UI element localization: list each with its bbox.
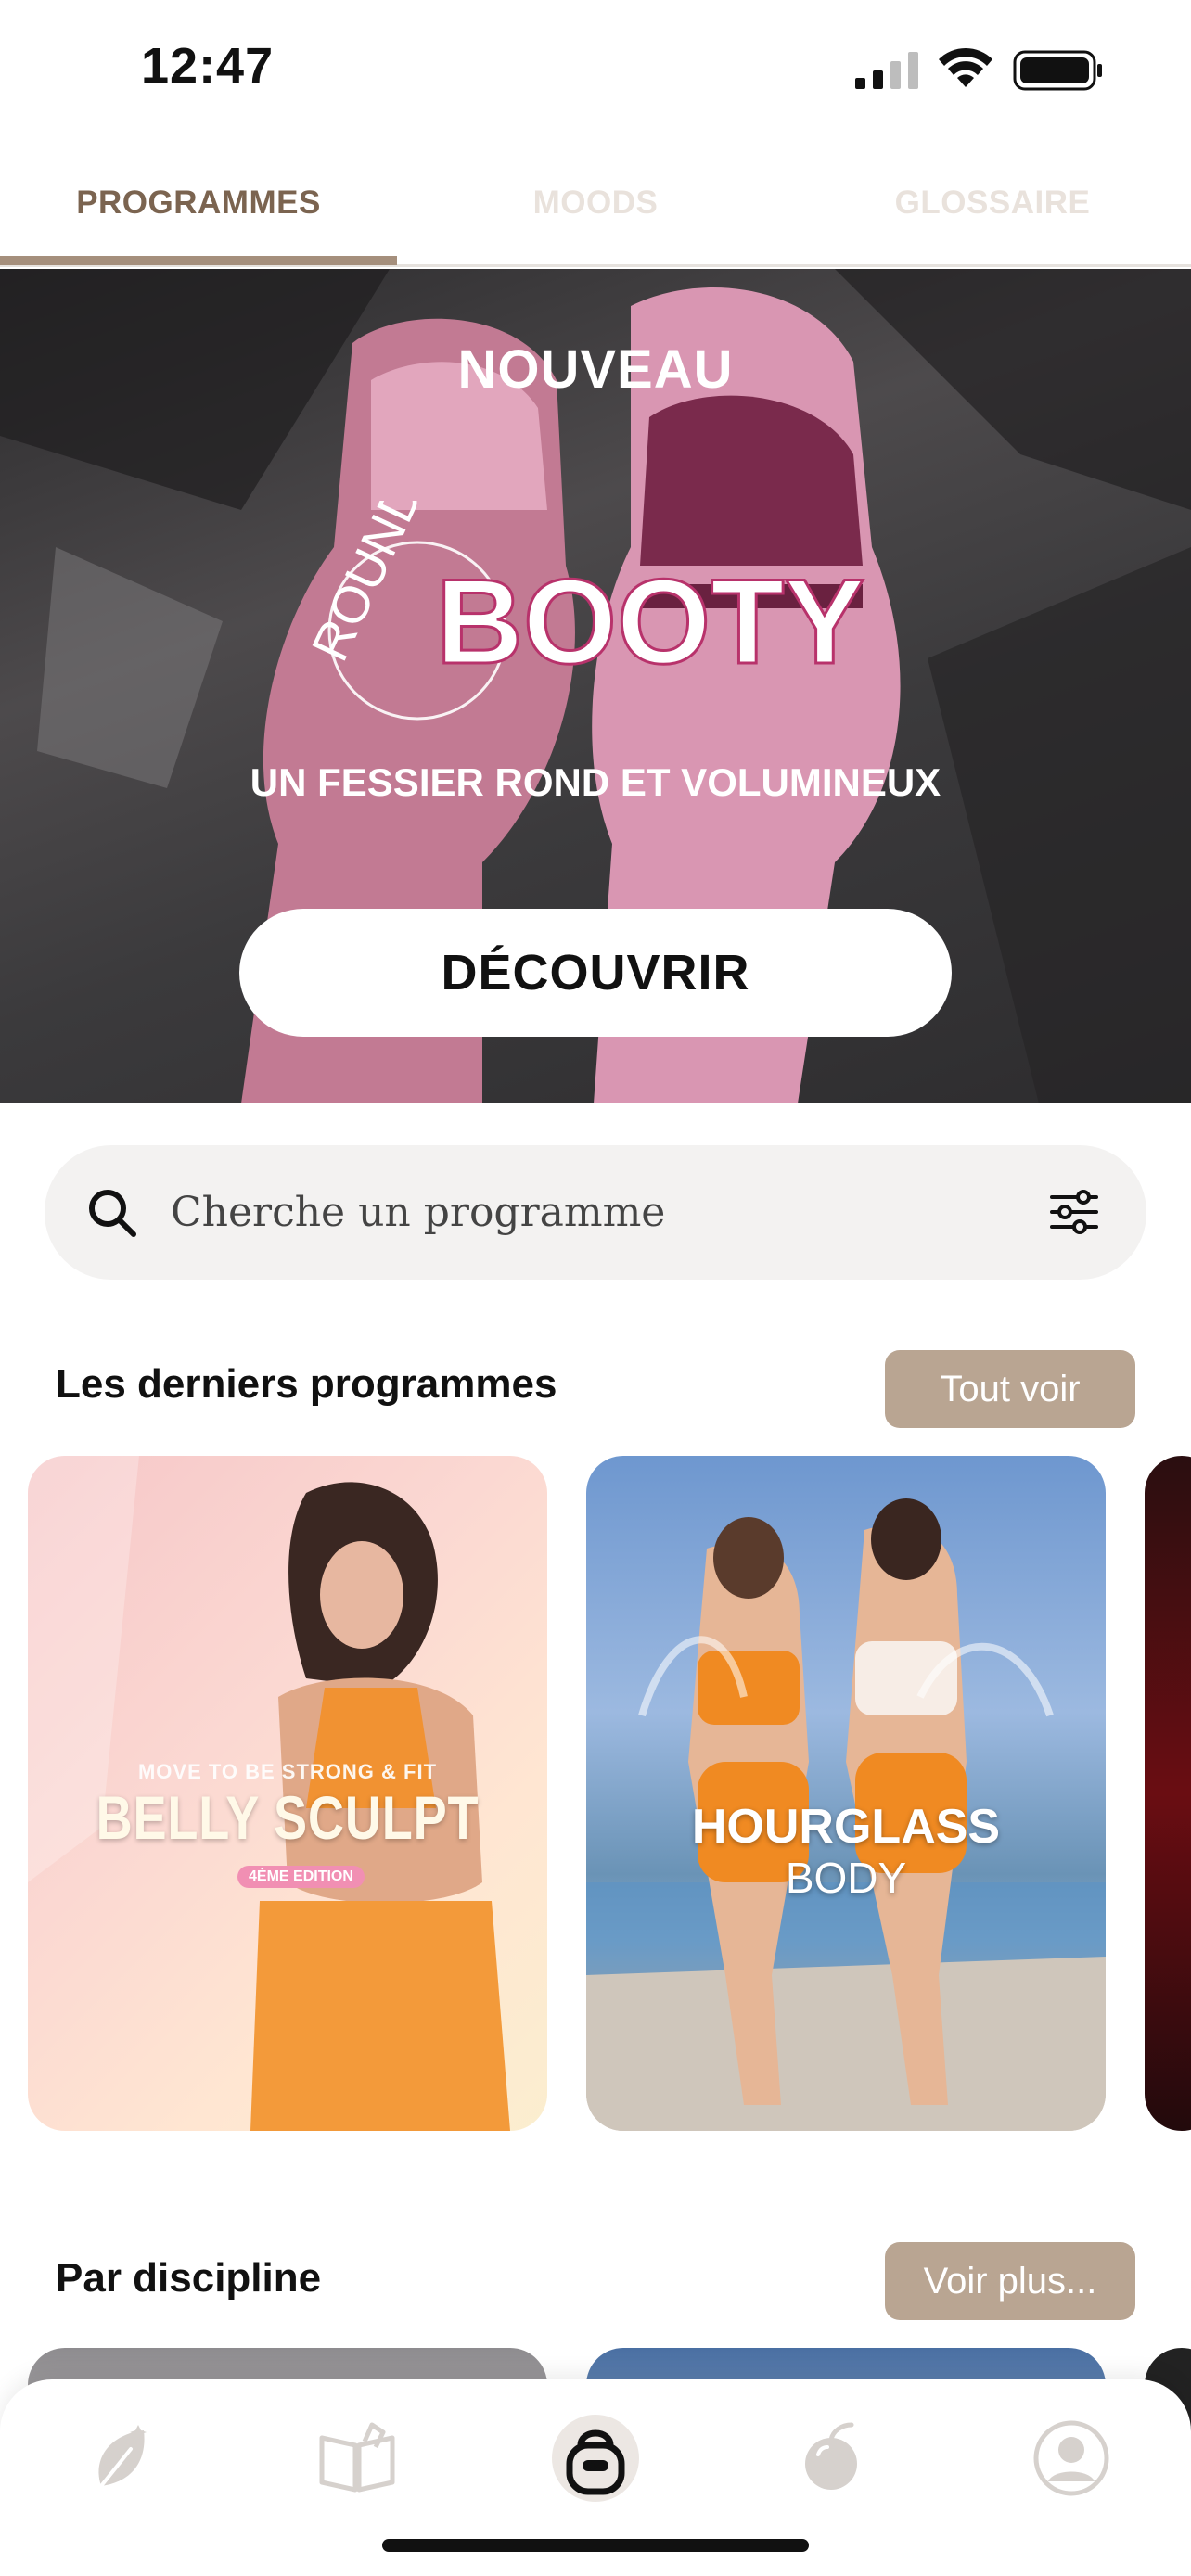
tab-programmes[interactable]: PROGRAMMES xyxy=(0,139,397,267)
active-tab-indicator xyxy=(0,256,397,265)
hero-banner[interactable]: NOUVEAU BOOTY ROUND UN FESSIER ROND ET V… xyxy=(0,269,1191,1103)
status-bar: 12:47 xyxy=(0,0,1191,139)
card-kicker: MOVE TO BE STRONG & FIT xyxy=(137,1760,438,1783)
program-card-hourglass-body[interactable]: HOURGLASS BODY xyxy=(586,1456,1106,2131)
hourglass-body-image xyxy=(586,1498,1106,2131)
program-card-belly-sculpt[interactable]: MOVE TO BE STRONG & FIT BELLY SCULPT 4ÈM… xyxy=(28,1456,547,2131)
tab-glossaire[interactable]: GLOSSAIRE xyxy=(794,139,1191,267)
kettlebell-icon xyxy=(566,2429,625,2495)
nav-item-profile[interactable] xyxy=(1020,2407,1122,2509)
cellular-signal-icon xyxy=(855,52,918,89)
top-tabs: PROGRAMMES MOODS GLOSSAIRE xyxy=(0,139,1191,267)
see-all-button[interactable]: Tout voir xyxy=(885,1350,1135,1428)
wifi-icon xyxy=(939,47,992,87)
hero-subtitle: UN FESSIER ROND ET VOLUMINEUX xyxy=(250,760,941,804)
search-icon xyxy=(89,1190,136,1237)
search-input[interactable] xyxy=(171,1173,987,1252)
filter-icon[interactable] xyxy=(1048,1186,1100,1238)
home-indicator xyxy=(382,2539,809,2552)
nav-item-workouts[interactable] xyxy=(544,2407,647,2509)
logo-booty-text: BOOTY xyxy=(436,554,864,689)
status-time: 12:47 xyxy=(141,38,275,94)
nav-item-wellness[interactable] xyxy=(69,2407,171,2509)
nav-item-library[interactable] xyxy=(306,2407,408,2509)
card-subtitle: BODY xyxy=(785,1854,907,1902)
profile-icon xyxy=(1033,2420,1109,2496)
edition-badge: 4ÈME EDITION xyxy=(237,1866,365,1888)
program-card-next[interactable] xyxy=(1145,1456,1191,2131)
round-booty-logo: BOOTY ROUND xyxy=(300,501,866,721)
logo-round-text: ROUND xyxy=(300,501,433,670)
apple-icon xyxy=(805,2422,857,2490)
see-more-button[interactable]: Voir plus... xyxy=(885,2242,1135,2320)
latest-programmes-title: Les derniers programmes xyxy=(56,1361,557,1407)
search-bar[interactable] xyxy=(45,1145,1146,1280)
card-title: HOURGLASS xyxy=(691,1800,1001,1854)
tab-moods[interactable]: MOODS xyxy=(397,139,794,267)
book-icon xyxy=(319,2422,395,2493)
discover-button[interactable]: DÉCOUVRIR xyxy=(239,909,952,1037)
nav-item-nutrition[interactable] xyxy=(782,2407,884,2509)
leaf-icon xyxy=(98,2425,147,2488)
card-title: BELLY SCULPT xyxy=(96,1783,480,1852)
hero-badge: NOUVEAU xyxy=(457,339,734,400)
discipline-title: Par discipline xyxy=(56,2255,322,2301)
battery-icon xyxy=(1013,50,1102,91)
